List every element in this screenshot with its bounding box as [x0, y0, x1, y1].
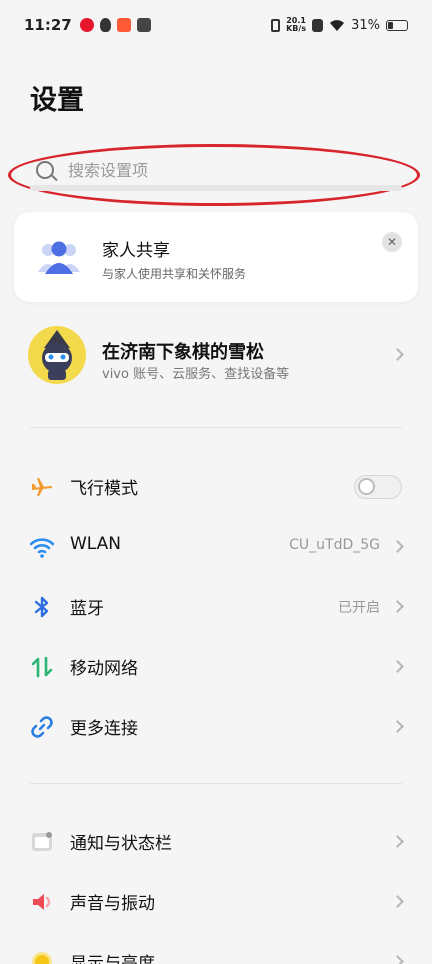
mobile-network-icon — [31, 656, 53, 678]
account-row[interactable]: 在济南下象棋的雪松 vivo 账号、云服务、查找设备等 — [0, 322, 432, 394]
battery-icon — [386, 19, 408, 31]
row-label: 飞行模式 — [70, 479, 138, 499]
battery-percent: 31% — [351, 17, 380, 33]
avatar — [28, 326, 86, 384]
row-mobile-network[interactable]: 移动网络 — [0, 636, 432, 696]
qq-icon — [99, 18, 111, 32]
row-label: 声音与振动 — [70, 894, 155, 914]
divider — [30, 783, 402, 784]
search-input[interactable] — [68, 160, 368, 180]
weibo-icon — [79, 18, 94, 32]
chevron-right-icon — [391, 835, 404, 848]
chevron-right-icon — [391, 660, 404, 673]
airplane-icon — [32, 478, 52, 496]
account-name: 在济南下象棋的雪松 — [102, 342, 264, 363]
row-label: 显示与亮度 — [70, 954, 155, 964]
row-more-connections[interactable]: 更多连接 — [0, 696, 432, 756]
wifi-icon — [30, 538, 54, 558]
net-speed-unit: KB/s — [286, 24, 307, 33]
account-subtitle: vivo 账号、云服务、查找设备等 — [102, 367, 290, 382]
message-icon — [136, 18, 151, 32]
brightness-icon — [32, 952, 52, 964]
chevron-right-icon — [391, 600, 404, 613]
row-bluetooth[interactable]: 蓝牙 已开启 — [0, 576, 432, 636]
search-bar[interactable] — [30, 150, 402, 190]
status-right: 20.1 KB/s 31% — [271, 17, 408, 33]
no-sim-icon — [312, 18, 324, 32]
family-sharing-card[interactable]: 家人共享 与家人使用共享和关怀服务 ✕ — [14, 212, 418, 302]
status-time: 11:27 — [24, 16, 72, 34]
row-display-brightness[interactable]: 显示与亮度 — [0, 931, 432, 964]
notification-icon — [32, 832, 52, 851]
sound-icon — [33, 894, 51, 910]
vibrate-icon — [271, 18, 281, 32]
wlan-network-name: CU_uTdD_5G — [289, 537, 380, 553]
app-notification-icon — [116, 18, 131, 32]
divider — [30, 427, 402, 428]
chevron-right-icon — [391, 720, 404, 733]
row-wlan[interactable]: WLAN CU_uTdD_5G — [0, 516, 432, 576]
net-speed: 20.1 KB/s — [286, 17, 306, 33]
chevron-right-icon — [391, 895, 404, 908]
bluetooth-status: 已开启 — [338, 600, 380, 616]
family-sharing-title: 家人共享 — [102, 241, 170, 261]
family-sharing-subtitle: 与家人使用共享和关怀服务 — [102, 267, 247, 281]
bluetooth-icon — [34, 596, 49, 618]
chevron-right-icon — [391, 955, 404, 964]
row-airplane-mode[interactable]: 飞行模式 — [0, 456, 432, 516]
wifi-status-icon — [330, 19, 345, 31]
row-label: 蓝牙 — [70, 599, 104, 619]
row-label: 更多连接 — [70, 719, 138, 739]
search-icon — [36, 161, 54, 179]
family-icon — [38, 241, 80, 274]
status-bar: 11:27 20.1 KB/s 31% — [0, 0, 432, 50]
row-sound[interactable]: 声音与振动 — [0, 871, 432, 931]
page-title: 设置 — [30, 85, 84, 116]
link-icon — [31, 716, 53, 738]
row-notifications[interactable]: 通知与状态栏 — [0, 811, 432, 871]
row-label: 通知与状态栏 — [70, 834, 172, 854]
avatar-illustration — [42, 330, 72, 380]
airplane-mode-toggle[interactable] — [354, 475, 402, 499]
chevron-right-icon — [391, 540, 404, 553]
close-icon[interactable]: ✕ — [382, 232, 402, 252]
row-label: 移动网络 — [70, 659, 138, 679]
row-label: WLAN — [70, 534, 122, 554]
chevron-right-icon — [391, 348, 404, 361]
